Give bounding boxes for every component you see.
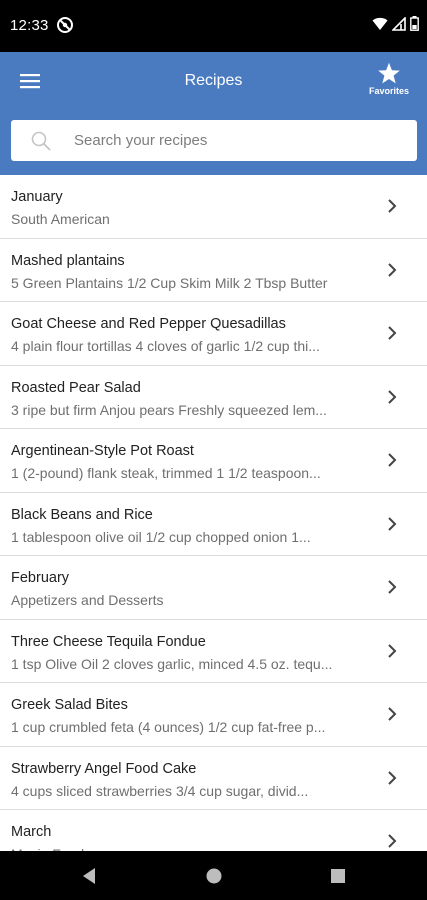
recipe-subtitle: 4 cups sliced strawberries 3/4 cup sugar… (11, 782, 309, 799)
recipe-list: January South American Mashed plantains 5 G… (0, 175, 427, 851)
chevron-right-icon (388, 453, 397, 467)
chevron-right-icon (388, 326, 397, 340)
chevron-right-icon (388, 643, 397, 658)
wifi-icon (372, 17, 388, 30)
chevron-right-icon (388, 516, 397, 531)
recipe-title: March (11, 824, 52, 840)
status-icons (372, 16, 419, 31)
recipe-row[interactable]: January South American (0, 175, 427, 239)
recipe-title: Strawberry Angel Food Cake (11, 760, 197, 777)
recipe-subtitle: 1 tablespoon olive oil 1/2 cup chopped o… (11, 528, 311, 545)
recipe-title: Argentinean-Style Pot Roast (11, 443, 194, 459)
recipe-title: Goat Cheese and Red Pepper Quesadillas (11, 316, 286, 332)
recipe-row[interactable]: Roasted Pear Salad 3 ripe but firm Anjou … (0, 366, 427, 429)
recipe-subtitle: 1 (2-pound) flank steak, trimmed 1 1/2 t… (11, 465, 321, 481)
recipe-subtitle: South American (11, 211, 110, 227)
recipe-row[interactable]: Goat Cheese and Red Pepper Quesadillas 4 … (0, 302, 427, 366)
search-box[interactable] (11, 120, 417, 161)
back-icon[interactable] (80, 866, 100, 886)
battery-icon (410, 16, 419, 31)
recipe-title: Roasted Pear Salad (11, 379, 141, 396)
recipe-title: Greek Salad Bites (11, 697, 128, 713)
system-nav-bar (0, 851, 427, 900)
recipe-title: February (11, 570, 70, 586)
app-bar: Recipes Favorites (0, 52, 427, 175)
app-notification-icon (57, 17, 73, 33)
recipe-row[interactable]: Three Cheese Tequila Fondue 1 tsp Olive O… (0, 620, 427, 683)
recipe-subtitle: 1 tsp Olive Oil 2 cloves garlic, minced … (11, 655, 333, 672)
chevron-right-icon (388, 770, 397, 785)
search-icon (31, 131, 51, 151)
recipe-row[interactable]: MarchMovie Food (0, 810, 427, 851)
recipe-title: Three Cheese Tequila Fondue (11, 633, 206, 650)
recipe-row[interactable]: Strawberry Angel Food Cake 4 cups sliced … (0, 747, 427, 810)
recipe-title: Mashed plantains (11, 252, 125, 269)
recipe-subtitle: 1 cup crumbled feta (4 ounces) 1/2 cup f… (11, 719, 326, 735)
favorites-button[interactable]: Favorites (365, 62, 413, 102)
recipe-row[interactable]: Mashed plantains 5 Green Plantains 1/2 Cu… (0, 239, 427, 302)
recipe-subtitle: 4 plain flour tortillas 4 cloves of garl… (11, 338, 320, 354)
recipe-row[interactable]: February Appetizers and Desserts (0, 556, 427, 620)
chevron-right-icon (388, 262, 397, 277)
chevron-right-icon (388, 389, 397, 404)
chevron-right-icon (388, 834, 397, 848)
chevron-right-icon (388, 707, 397, 721)
recipe-subtitle: 3 ripe but firm Anjou pears Freshly sque… (11, 401, 327, 418)
star-icon (378, 62, 400, 84)
recents-icon[interactable] (328, 866, 348, 886)
chevron-right-icon (388, 199, 397, 213)
recipe-title: Black Beans and Rice (11, 506, 153, 523)
cell-signal-icon (392, 16, 406, 31)
recipe-subtitle: 5 Green Plantains 1/2 Cup Skim Milk 2 Tb… (11, 274, 328, 291)
favorites-label: Favorites (368, 86, 410, 96)
status-time: 12:33 (10, 17, 49, 34)
recipe-title: January (11, 189, 63, 205)
recipe-subtitle: Appetizers and Desserts (11, 592, 164, 608)
status-bar: 12:33 (0, 0, 427, 52)
recipe-row[interactable]: Greek Salad Bites 1 cup crumbled feta (4 … (0, 683, 427, 747)
recipe-row[interactable]: Black Beans and Rice 1 tablespoon olive o… (0, 493, 427, 556)
home-icon[interactable] (204, 866, 224, 886)
chevron-right-icon (388, 580, 397, 594)
page-title: Recipes (184, 72, 243, 89)
recipe-row[interactable]: Argentinean-Style Pot Roast 1 (2-pound) f… (0, 429, 427, 493)
search-input[interactable] (74, 132, 394, 149)
